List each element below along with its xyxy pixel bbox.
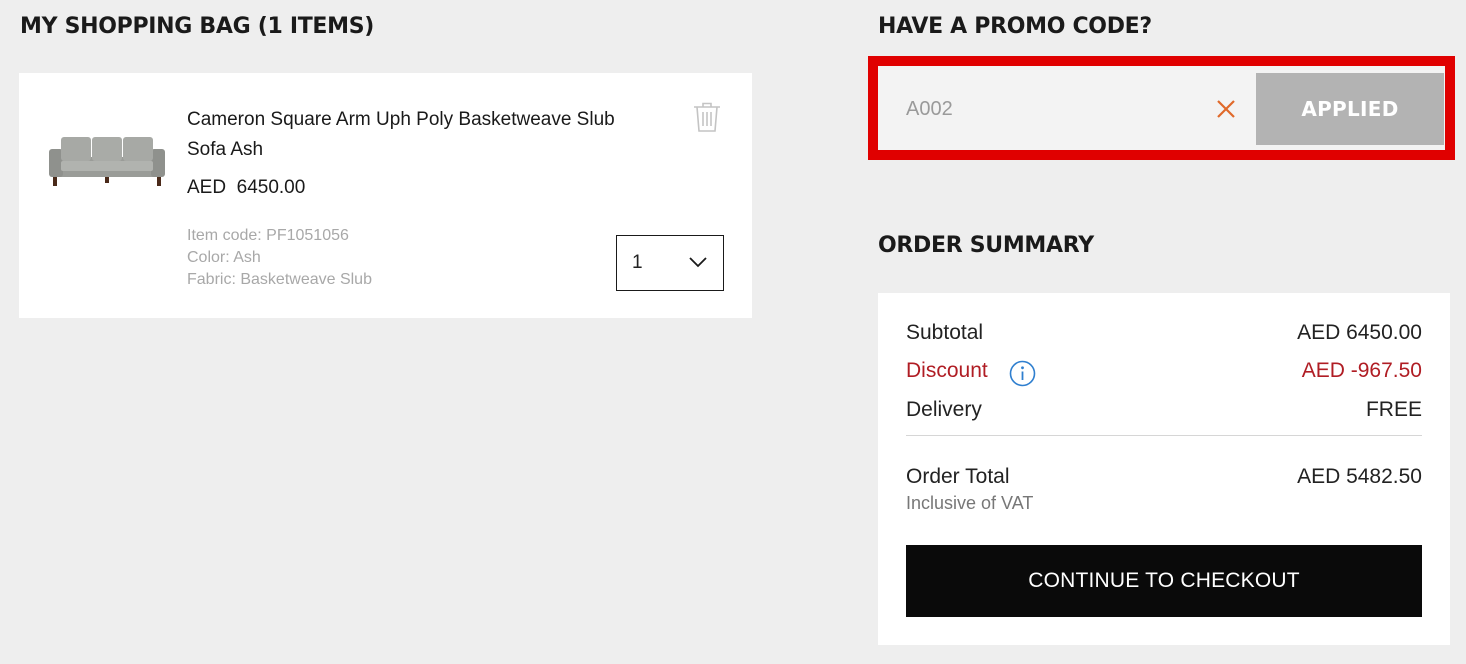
delivery-value: FREE	[1365, 398, 1422, 421]
order-summary-card: Subtotal AED 6450.00 Discount AED -967.5…	[878, 293, 1450, 645]
applied-button[interactable]: APPLIED	[1256, 73, 1444, 145]
vat-note: Inclusive of VAT	[906, 493, 1034, 513]
subtotal-value: AED 6450.00	[1297, 321, 1422, 344]
discount-label: Discount	[906, 359, 988, 382]
cart-item-card: Cameron Square Arm Uph Poly Basketweave …	[19, 73, 752, 318]
trash-icon[interactable]	[692, 101, 722, 133]
item-color: Color: Ash	[187, 249, 261, 266]
discount-value: AED -967.50	[1301, 359, 1422, 382]
quantity-value: 1	[632, 252, 643, 273]
promo-code-title: HAVE A PROMO CODE?	[878, 14, 1152, 39]
item-name[interactable]: Cameron Square Arm Uph Poly Basketweave …	[187, 105, 627, 165]
shopping-bag-title: MY SHOPPING BAG (1 ITEMS)	[20, 14, 375, 39]
delivery-label: Delivery	[906, 398, 982, 421]
summary-divider	[906, 435, 1422, 436]
item-details: Item code: PF1051056 Color: Ash Fabric: …	[187, 225, 372, 291]
item-code: Item code: PF1051056	[187, 227, 349, 244]
quantity-select[interactable]: 1	[616, 235, 724, 291]
order-total-value: AED 5482.50	[1297, 465, 1422, 488]
order-summary-title: ORDER SUMMARY	[878, 233, 1094, 258]
info-icon[interactable]	[1009, 360, 1036, 387]
subtotal-label: Subtotal	[906, 321, 984, 344]
continue-to-checkout-button[interactable]: CONTINUE TO CHECKOUT	[906, 545, 1422, 617]
chevron-down-icon	[689, 257, 707, 268]
promo-code-input[interactable]	[886, 73, 1264, 145]
promo-code-form: APPLIED	[868, 56, 1455, 160]
item-price: AED 6450.00	[187, 177, 306, 198]
item-fabric: Fabric: Basketweave Slub	[187, 271, 372, 288]
order-total-label: Order Total	[906, 465, 1010, 488]
sofa-image[interactable]	[47, 133, 167, 191]
close-icon[interactable]	[1214, 97, 1238, 121]
